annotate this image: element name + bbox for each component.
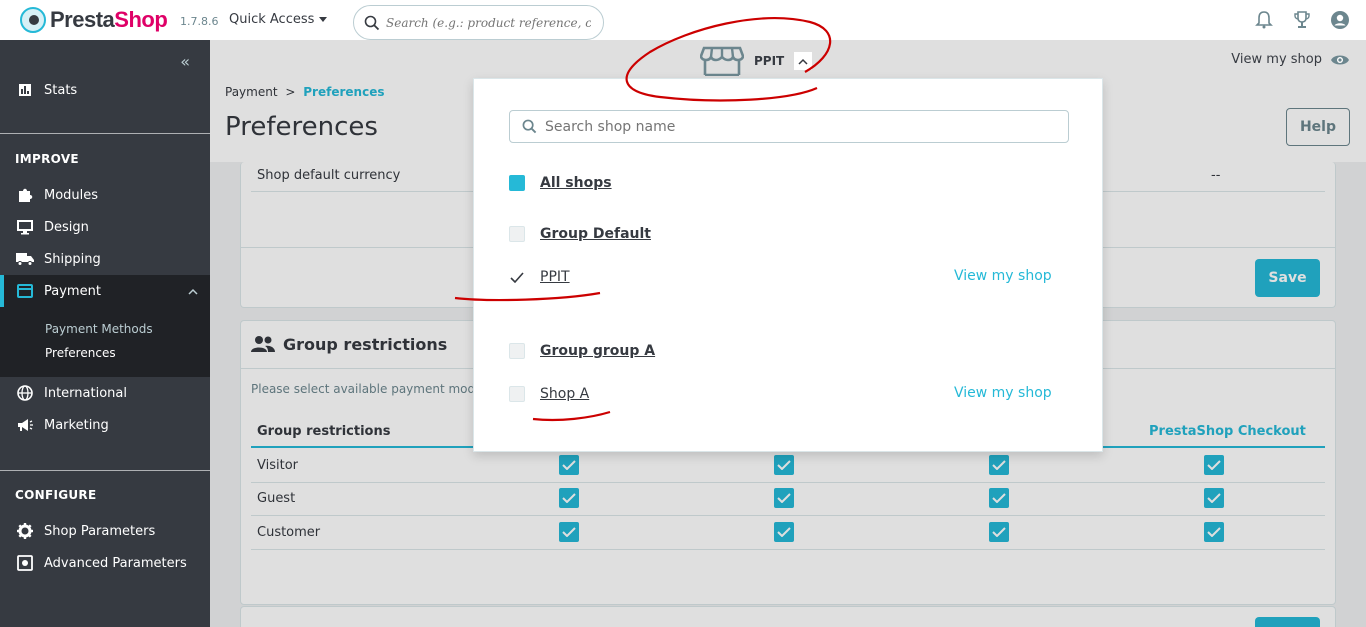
sidebar-label-stats: Stats: [44, 82, 78, 98]
sidebar-label-shipping: Shipping: [44, 251, 101, 267]
sidebar-label-international: International: [44, 385, 127, 401]
truck-icon: [16, 250, 34, 268]
sidebar-item-stats[interactable]: Stats: [0, 74, 210, 106]
sidebar: « Stats IMPROVE Modules Design Shipping …: [0, 40, 210, 627]
checkbox-group-default[interactable]: [509, 226, 525, 242]
sidebar-item-shop-parameters[interactable]: Shop Parameters: [0, 515, 210, 547]
option-group-a[interactable]: Group group A: [509, 340, 655, 362]
sidebar-label-payment: Payment: [44, 283, 101, 299]
sidebar-label-marketing: Marketing: [44, 417, 109, 433]
checkbox-shop-a[interactable]: [509, 386, 525, 402]
section-configure: CONFIGURE: [15, 488, 97, 502]
section-improve: IMPROVE: [15, 152, 79, 166]
sidebar-item-modules[interactable]: Modules: [0, 179, 210, 211]
view-my-shop-label: View my shop: [1231, 52, 1322, 67]
brand-suffix: Shop: [114, 7, 168, 32]
search-icon: [364, 15, 380, 30]
shop-search[interactable]: [509, 110, 1069, 143]
monitor-icon: [16, 218, 34, 236]
current-shop-name: PPIT: [754, 54, 785, 68]
trophy-icon[interactable]: [1292, 10, 1312, 30]
sidebar-item-advanced-parameters[interactable]: Advanced Parameters: [0, 547, 210, 579]
option-ppit[interactable]: PPIT: [509, 266, 570, 288]
quick-access-button[interactable]: Quick Access: [229, 12, 328, 27]
puzzle-icon: [16, 186, 34, 204]
checkbox-all-shops[interactable]: [509, 175, 525, 191]
label-shop-a[interactable]: Shop A: [540, 386, 589, 402]
shop-context-bar: PPIT View my shop: [210, 40, 1366, 78]
sidebar-divider: [0, 470, 210, 471]
checkbox-group-a[interactable]: [509, 343, 525, 359]
sidebar-label-design: Design: [44, 219, 89, 235]
user-account-icon[interactable]: [1330, 10, 1350, 30]
label-group-a[interactable]: Group group A: [540, 343, 655, 359]
sidebar-label-shop-parameters: Shop Parameters: [44, 523, 156, 539]
sidebar-item-marketing[interactable]: Marketing: [0, 409, 210, 441]
shop-selector-dropdown: All shops Group Default PPIT View my sho…: [473, 78, 1103, 452]
shop-switcher[interactable]: PPIT: [700, 46, 813, 76]
chevron-up-icon: [188, 288, 198, 295]
puffin-icon: [20, 7, 46, 33]
sidebar-divider: [0, 133, 210, 134]
gear-icon: [16, 522, 34, 540]
settings-box-icon: [16, 554, 34, 572]
option-all-shops[interactable]: All shops: [509, 172, 612, 194]
sidebar-item-design[interactable]: Design: [0, 211, 210, 243]
view-my-shop-a-link[interactable]: View my shop: [954, 385, 1052, 401]
brand-prefix: Presta: [50, 7, 115, 32]
globe-icon: [16, 384, 34, 402]
shop-search-input[interactable]: [545, 118, 1045, 135]
storefront-icon: [700, 46, 744, 76]
option-group-default[interactable]: Group Default: [509, 223, 651, 245]
submenu-payment-methods[interactable]: Payment Methods: [45, 322, 153, 336]
sidebar-item-payment[interactable]: Payment: [0, 275, 210, 307]
search-icon: [522, 119, 537, 134]
label-all-shops[interactable]: All shops: [540, 175, 612, 191]
top-header: PrestaShop 1.7.8.6 Quick Access: [0, 0, 1366, 40]
version-label: 1.7.8.6: [180, 15, 219, 28]
header-search[interactable]: [353, 5, 604, 40]
eye-icon: [1331, 55, 1349, 64]
checkmark-icon: [509, 269, 525, 285]
option-shop-a[interactable]: Shop A: [509, 383, 589, 405]
bell-icon[interactable]: [1254, 10, 1274, 30]
submenu-preferences[interactable]: Preferences: [45, 346, 116, 360]
sidebar-item-shipping[interactable]: Shipping: [0, 243, 210, 275]
chevron-up-icon[interactable]: [794, 52, 813, 70]
view-my-shop-link[interactable]: View my shop: [1231, 52, 1350, 67]
header-search-input[interactable]: [386, 15, 591, 30]
megaphone-icon: [16, 416, 34, 434]
caret-down-icon: [319, 17, 328, 22]
sidebar-label-advanced-parameters: Advanced Parameters: [44, 555, 187, 571]
sidebar-label-modules: Modules: [44, 187, 99, 203]
prestashop-logo[interactable]: PrestaShop: [20, 7, 168, 33]
sidebar-item-international[interactable]: International: [0, 377, 210, 409]
label-ppit[interactable]: PPIT: [540, 269, 570, 285]
view-my-shop-ppit-link[interactable]: View my shop: [954, 268, 1052, 284]
credit-card-icon: [16, 282, 34, 300]
payment-submenu: [0, 307, 210, 377]
collapse-sidebar-icon[interactable]: «: [180, 52, 190, 71]
quick-access-label: Quick Access: [229, 12, 315, 27]
label-group-default[interactable]: Group Default: [540, 226, 651, 242]
bar-chart-icon: [16, 81, 34, 99]
